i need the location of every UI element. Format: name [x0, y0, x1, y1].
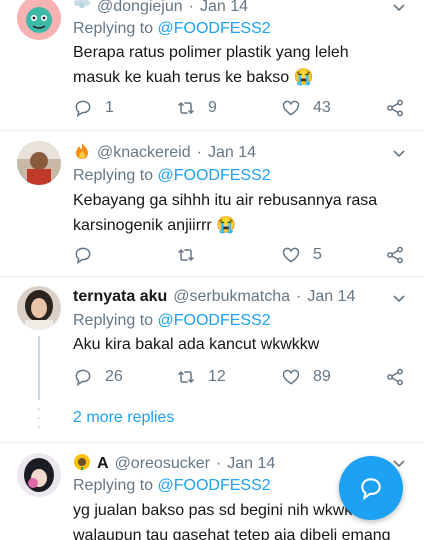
share-icon: [387, 368, 403, 386]
like-count: 43: [313, 99, 331, 116]
replying-to: Replying to @FOODFESS2: [73, 20, 271, 38]
tweet-header: A @oreosucker · Jan 14: [73, 453, 275, 475]
avatar[interactable]: [17, 141, 61, 185]
separator-dot: ·: [196, 144, 202, 161]
thread-line: [38, 336, 40, 400]
reply-count: 26: [105, 368, 123, 385]
share-icon: [387, 246, 403, 264]
tweet-text-line: Berapa ratus polimer plastik yang leleh: [73, 44, 349, 61]
tweet-knackereid[interactable]: @knackereid · Jan 14 Replying to @FOODFE…: [0, 131, 424, 276]
tweet-header: @dongiejun · Jan 14: [73, 0, 248, 18]
tweet-text: Aku kira bakal ada kancut wkwkkw: [73, 332, 415, 357]
separator-dot: ·: [188, 0, 194, 15]
tweet-date[interactable]: Jan 14: [200, 0, 248, 16]
tweet-actions: 5: [73, 244, 415, 266]
retweet-button[interactable]: [176, 244, 196, 266]
tweet-text-line: Aku kira bakal ada kancut wkwkkw: [73, 336, 320, 353]
avatar[interactable]: [17, 0, 61, 40]
share-icon: [387, 99, 403, 117]
replying-prefix: Replying to: [73, 167, 158, 184]
retweet-button[interactable]: 9: [176, 97, 217, 119]
replying-prefix: Replying to: [73, 477, 158, 494]
reply-button[interactable]: 26: [73, 366, 123, 388]
tweet-text-line: masuk ke kuah terus ke bakso 😭: [73, 69, 314, 86]
share-button[interactable]: [385, 97, 405, 119]
user-handle[interactable]: @serbukmatcha: [173, 288, 290, 306]
thread-dots: [38, 408, 40, 428]
reply-icon: [75, 369, 91, 387]
replying-to: Replying to @FOODFESS2: [73, 312, 271, 330]
retweet-icon: [177, 370, 195, 384]
share-button[interactable]: [385, 366, 405, 388]
heart-icon: [282, 100, 300, 116]
mention-link[interactable]: @FOODFESS2: [158, 20, 271, 37]
like-count: 89: [313, 368, 331, 385]
avatar[interactable]: [17, 453, 61, 497]
like-button[interactable]: 89: [281, 366, 331, 388]
share-button[interactable]: [385, 244, 405, 266]
display-name[interactable]: ternyata aku: [73, 288, 167, 306]
tweet-text-line: karsinogenik anjiirrr 😭: [73, 217, 237, 234]
tweet-text-line: walaupun tau gasehat tetep aja dibeli em…: [73, 527, 391, 540]
mention-link[interactable]: @FOODFESS2: [158, 477, 271, 494]
reply-count: 1: [105, 99, 114, 116]
reply-icon: [75, 247, 91, 265]
tweet-text: Kebayang ga sihhh itu air rebusannya ras…: [73, 188, 415, 238]
separator-dot: ·: [215, 455, 222, 472]
heart-icon: [282, 369, 300, 385]
chevron-down-icon[interactable]: [393, 295, 405, 303]
retweet-icon: [177, 248, 195, 262]
tweet-header: @knackereid · Jan 14: [73, 142, 256, 164]
compose-reply-button[interactable]: [339, 456, 403, 520]
chevron-down-icon[interactable]: [393, 4, 405, 12]
tweet-text: Berapa ratus polimer plastik yang leleh …: [73, 40, 415, 90]
mention-link[interactable]: @FOODFESS2: [158, 167, 271, 184]
retweet-icon: [177, 101, 195, 115]
separator-dot: ·: [296, 288, 302, 305]
heart-icon: [282, 247, 300, 263]
replying-to: Replying to @FOODFESS2: [73, 167, 271, 185]
tweet-text-line: Kebayang ga sihhh itu air rebusannya ras…: [73, 192, 378, 209]
tweet-serbukmatcha[interactable]: ternyata aku @serbukmatcha · Jan 14 Repl…: [0, 277, 424, 442]
reply-button[interactable]: [73, 244, 93, 266]
compose-reply-icon: [361, 478, 381, 501]
replying-to: Replying to @FOODFESS2: [73, 477, 271, 495]
display-name[interactable]: A: [97, 455, 109, 473]
retweet-count: 12: [208, 368, 226, 385]
reply-icon: [75, 100, 91, 118]
reply-button[interactable]: 1: [73, 97, 114, 119]
flower-emoji-icon: [73, 0, 91, 17]
replying-prefix: Replying to: [73, 312, 158, 329]
user-handle[interactable]: @oreosucker: [115, 455, 210, 473]
tweet-actions: 1 9 43: [73, 97, 415, 119]
user-handle[interactable]: @knackereid: [97, 144, 191, 162]
like-button[interactable]: 5: [281, 244, 322, 266]
tweet-header: ternyata aku @serbukmatcha · Jan 14: [73, 286, 355, 308]
tweet-dongiejun[interactable]: @dongiejun · Jan 14 Replying to @FOODFES…: [0, 0, 424, 130]
tweet-date[interactable]: Jan 14: [227, 455, 275, 473]
avatar[interactable]: [17, 286, 61, 330]
retweet-button[interactable]: 12: [176, 366, 226, 388]
user-handle[interactable]: @dongiejun: [97, 0, 183, 16]
chevron-down-icon[interactable]: [393, 150, 405, 158]
retweet-count: 9: [208, 99, 217, 116]
tweet-actions: 26 12 89: [73, 366, 415, 388]
fire-emoji-icon: [73, 142, 91, 164]
sunflower-emoji-icon: [73, 453, 91, 475]
replying-prefix: Replying to: [73, 20, 158, 37]
like-button[interactable]: 43: [281, 97, 331, 119]
like-count: 5: [313, 246, 322, 263]
more-replies-link[interactable]: 2 more replies: [73, 409, 174, 427]
tweet-date[interactable]: Jan 14: [208, 144, 256, 162]
mention-link[interactable]: @FOODFESS2: [158, 312, 271, 329]
tweet-date[interactable]: Jan 14: [307, 288, 355, 306]
